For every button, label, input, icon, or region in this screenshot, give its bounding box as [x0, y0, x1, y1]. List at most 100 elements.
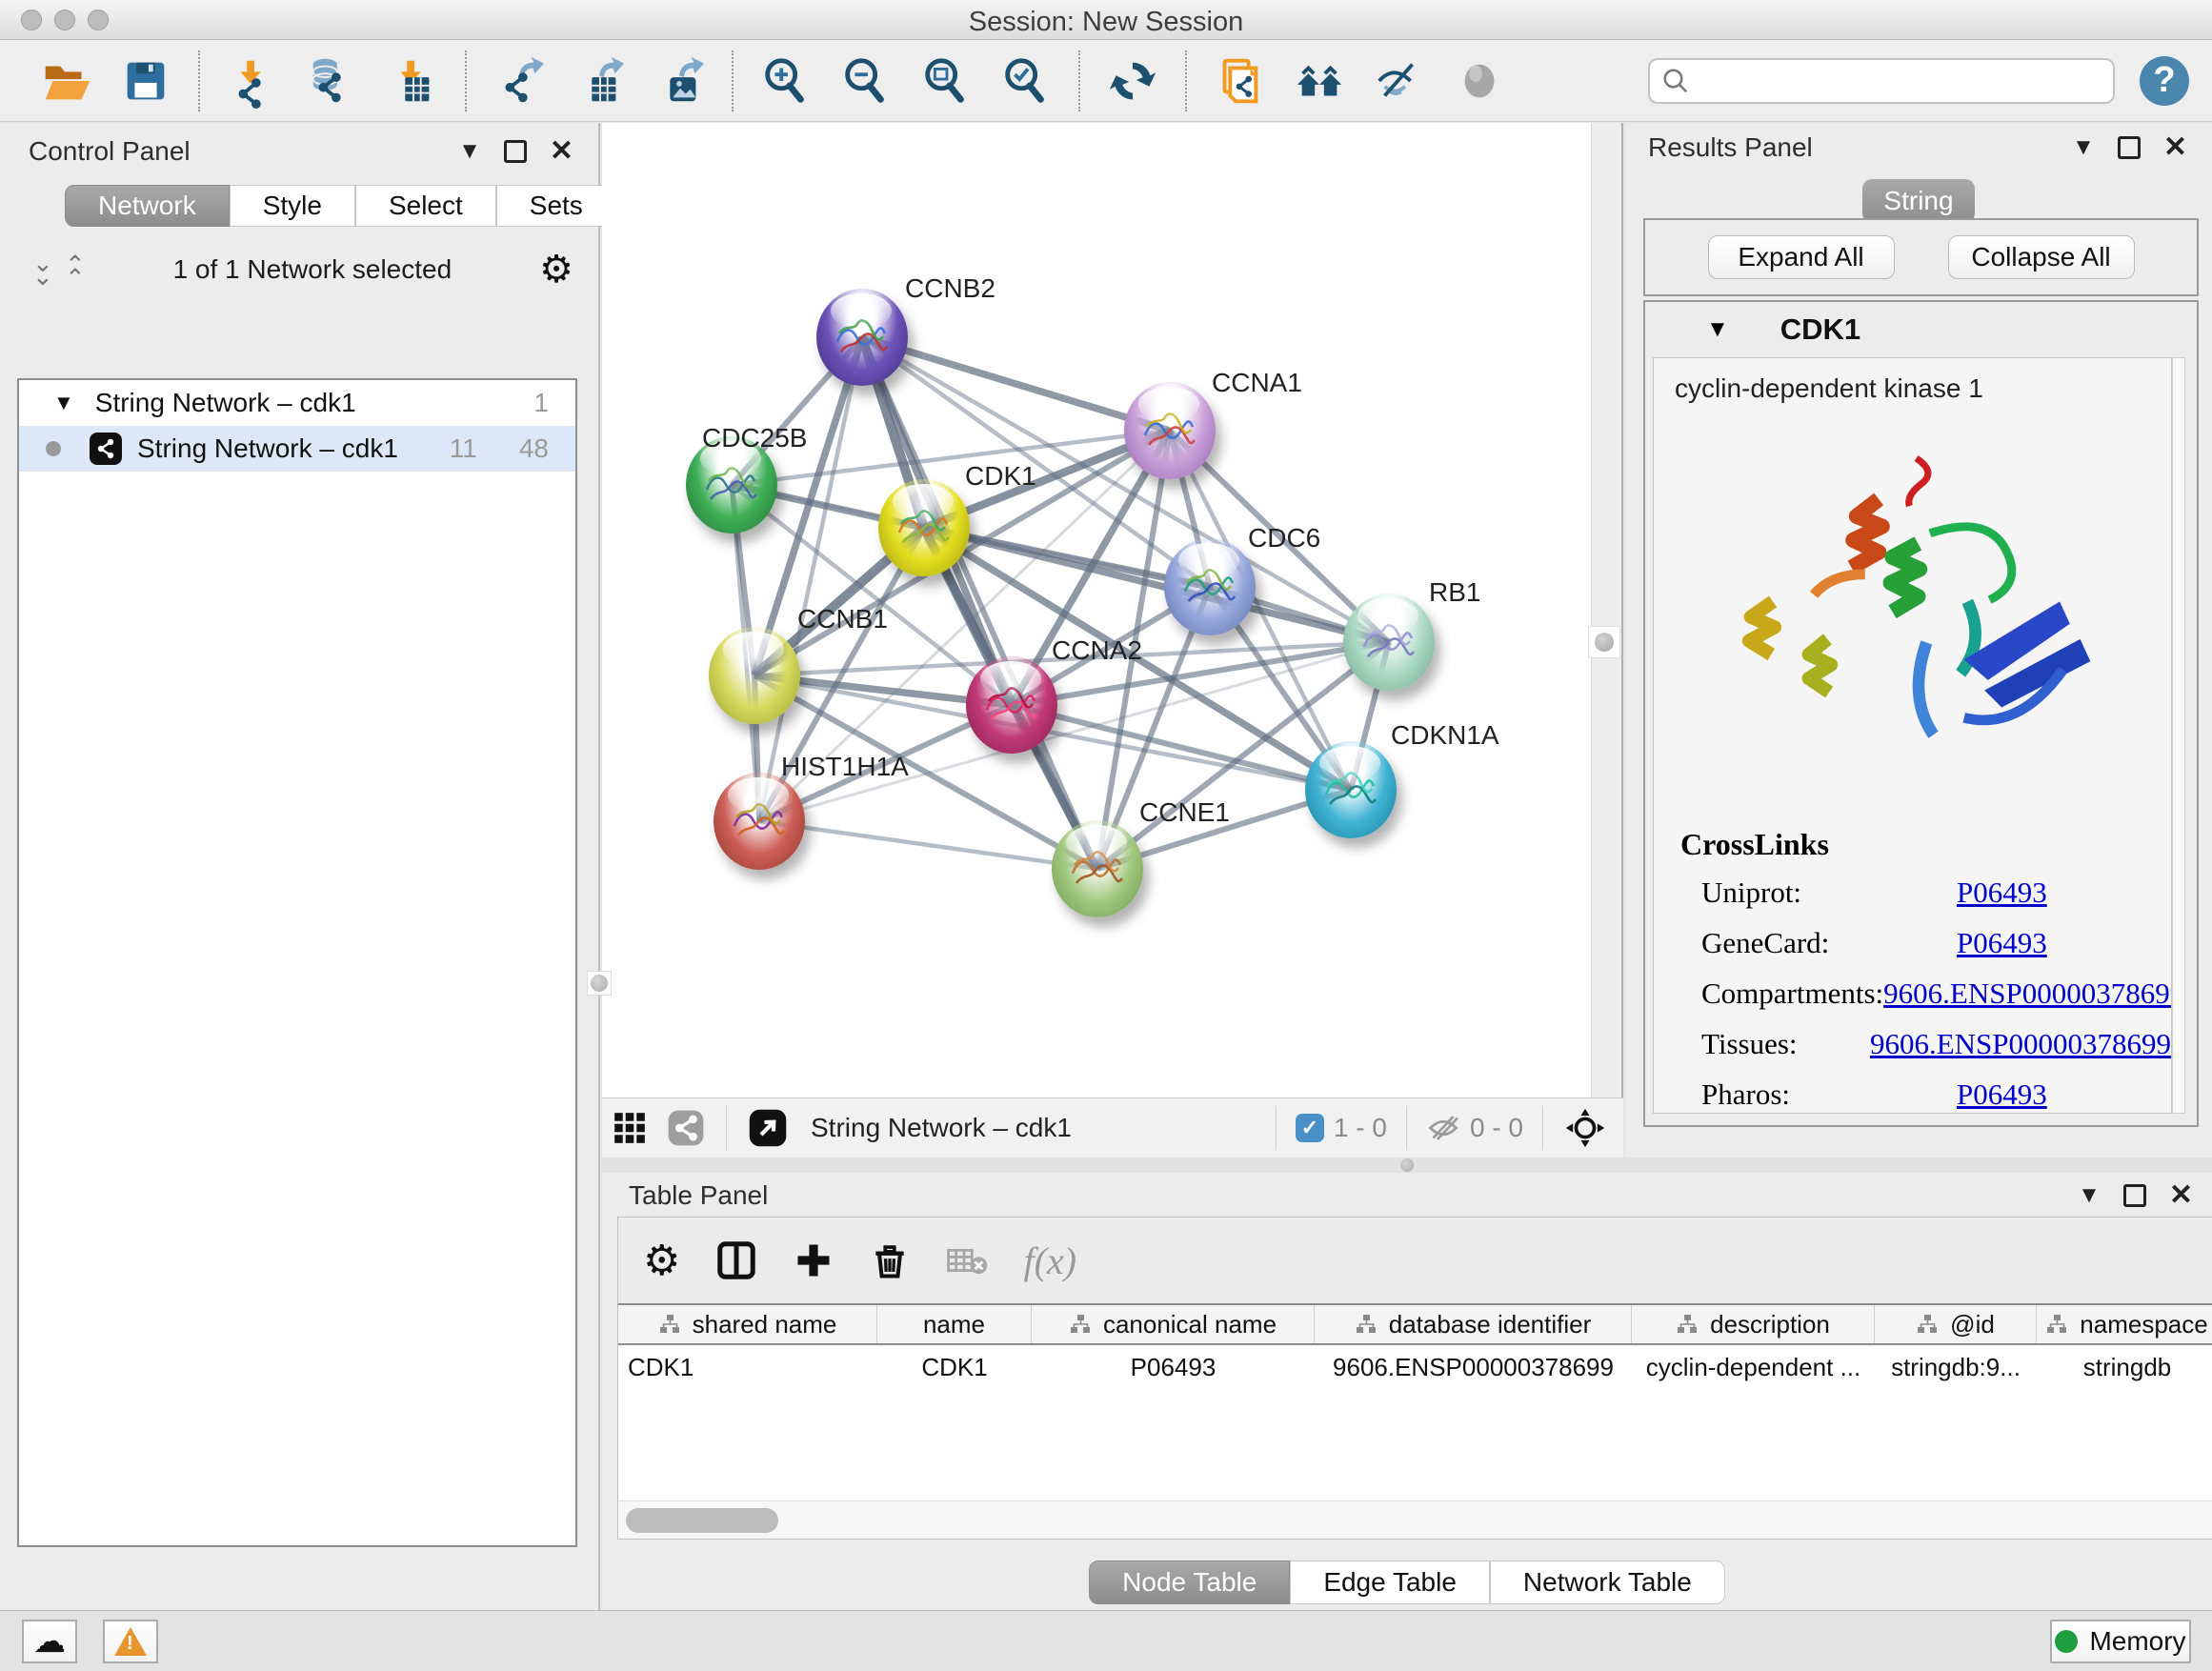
hidden-count: 0 - 0 — [1418, 1111, 1531, 1145]
panel-close-icon[interactable]: ✕ — [550, 134, 573, 168]
tab-network-table[interactable]: Network Table — [1490, 1560, 1725, 1604]
help-button[interactable]: ? — [2140, 56, 2189, 106]
network-node-ccnb1[interactable] — [709, 627, 800, 724]
export-image-icon — [652, 53, 707, 109]
network-node-ccna1[interactable] — [1124, 382, 1216, 479]
column-header-canonical-name[interactable]: canonical name — [1032, 1305, 1315, 1343]
create-column-icon[interactable] — [793, 1239, 835, 1281]
save-session-button[interactable] — [111, 50, 181, 112]
tab-network[interactable]: Network — [65, 185, 230, 227]
collapse-all-icon[interactable]: ⌄⌄ — [32, 256, 50, 284]
expand-collapse-bar: Expand All Collapse All — [1643, 218, 2199, 296]
table-close-icon[interactable]: ✕ — [2169, 1178, 2193, 1212]
expand-all-icon[interactable]: ⌄⌄ — [69, 256, 86, 284]
network-node-cdk1[interactable] — [878, 479, 970, 576]
tab-string[interactable]: String — [1862, 179, 1975, 223]
results-close-icon[interactable]: ✕ — [2163, 131, 2187, 164]
crosslink-link[interactable]: P06493 — [1957, 1077, 2047, 1112]
tab-sets[interactable]: Sets — [496, 185, 616, 227]
crosslink-link[interactable]: P06493 — [1957, 876, 2047, 910]
right-splitter-handle[interactable] — [1588, 626, 1620, 658]
import-table-button[interactable] — [377, 50, 448, 112]
network-node-hist1h1a[interactable] — [714, 773, 805, 870]
column-header--id[interactable]: @id — [1875, 1305, 2037, 1343]
left-splitter-handle[interactable] — [587, 971, 612, 996]
refresh-view-button[interactable] — [1097, 50, 1168, 112]
table-box: ⚙ f(x) shared namenamecanonical namedata… — [617, 1217, 2212, 1540]
table-hscrollbar[interactable] — [618, 1500, 2212, 1539]
crosslink-label: Tissues: — [1680, 1027, 1870, 1061]
export-table-button[interactable] — [564, 50, 634, 112]
network-canvas[interactable]: CCNB2CCNA1CDC25BCDK1CDC6RB1CCNB1CCNA2CDK… — [602, 123, 1593, 1097]
network-node-rb1[interactable] — [1343, 594, 1435, 691]
table-float-icon[interactable] — [2123, 1184, 2146, 1207]
tab-select[interactable]: Select — [355, 185, 496, 227]
tab-style[interactable]: Style — [230, 185, 355, 227]
show-columns-icon[interactable] — [714, 1238, 758, 1282]
network-node-ccna2[interactable] — [966, 656, 1057, 754]
zoom-out-button[interactable] — [831, 50, 901, 112]
collection-expand-icon[interactable]: ▼ — [53, 391, 74, 415]
first-neighbors-button[interactable] — [1284, 50, 1355, 112]
open-session-icon — [38, 53, 93, 109]
network-node-cdc6[interactable] — [1164, 538, 1256, 635]
network-options-gear-icon[interactable]: ⚙ — [539, 248, 573, 292]
crosslink-link[interactable]: P06493 — [1957, 926, 2047, 960]
crosslink-row: Uniprot:P06493 — [1680, 876, 2171, 910]
search-box[interactable] — [1648, 58, 2115, 104]
export-network-button[interactable] — [484, 50, 554, 112]
table-row[interactable]: CDK1CDK1P064939606.ENSP00000378699cyclin… — [618, 1345, 2212, 1389]
network-node-cdkn1a[interactable] — [1305, 741, 1397, 838]
network-node-ccne1[interactable] — [1052, 820, 1143, 917]
import-network-button[interactable] — [217, 50, 288, 112]
export-image-button[interactable] — [644, 50, 714, 112]
table-options-gear-icon[interactable]: ⚙ — [643, 1237, 680, 1285]
network-row-selected[interactable]: String Network – cdk1 11 48 — [19, 426, 575, 472]
table-menu-icon[interactable]: ▼ — [2078, 1182, 2101, 1209]
expand-all-button[interactable]: Expand All — [1708, 235, 1895, 279]
tab-node-table[interactable]: Node Table — [1089, 1560, 1290, 1604]
cloud-button[interactable]: ☁ — [22, 1620, 77, 1663]
node-label-ccne1: CCNE1 — [1139, 797, 1230, 828]
warnings-button[interactable] — [103, 1620, 158, 1663]
open-session-button[interactable] — [30, 50, 101, 112]
collapse-all-button[interactable]: Collapse All — [1948, 235, 2135, 279]
gene-collapse-icon[interactable]: ▼ — [1706, 316, 1729, 343]
network-node-ccnb2[interactable] — [816, 289, 908, 386]
show-all-button[interactable] — [1444, 50, 1515, 112]
warning-icon — [114, 1627, 147, 1656]
column-header-shared-name[interactable]: shared name — [618, 1305, 877, 1343]
gene-section-header[interactable]: ▼ CDK1 — [1645, 302, 2197, 357]
clone-network-button[interactable] — [1204, 50, 1275, 112]
crosslink-link[interactable]: 9606.ENSP00000378699 — [1883, 976, 2172, 1011]
crosslink-link[interactable]: 9606.ENSP00000378699 — [1870, 1027, 2171, 1061]
results-float-icon[interactable] — [2118, 136, 2141, 159]
results-scrollbar[interactable] — [2172, 357, 2185, 1114]
tab-edge-table[interactable]: Edge Table — [1290, 1560, 1490, 1604]
hscroll-thumb[interactable] — [626, 1508, 778, 1533]
memory-button[interactable]: Memory — [2050, 1620, 2191, 1663]
selected-checkbox-icon[interactable]: ✓ — [1296, 1114, 1324, 1142]
network-collection-row[interactable]: ▼ String Network – cdk1 1 — [19, 380, 575, 426]
column-header-name[interactable]: name — [877, 1305, 1032, 1343]
fit-content-button[interactable] — [1555, 1107, 1616, 1149]
panel-float-icon[interactable] — [504, 140, 527, 163]
delete-table-icon — [945, 1238, 989, 1282]
zoom-in-button[interactable] — [751, 50, 821, 112]
zoom-fit-button[interactable] — [911, 50, 981, 112]
crosslink-label: Compartments: — [1680, 976, 1883, 1011]
results-menu-icon[interactable]: ▼ — [2072, 134, 2095, 161]
search-input[interactable] — [1699, 66, 2101, 95]
horizontal-splitter[interactable] — [602, 1158, 2212, 1173]
panel-menu-icon[interactable]: ▼ — [458, 138, 481, 165]
grid-view-button[interactable] — [602, 1110, 657, 1146]
column-header-description[interactable]: description — [1632, 1305, 1875, 1343]
column-header-namespace[interactable]: namespace — [2037, 1305, 2212, 1343]
network-view-button[interactable] — [657, 1109, 714, 1147]
hide-selected-button[interactable] — [1364, 50, 1435, 112]
column-header-database-identifier[interactable]: database identifier — [1315, 1305, 1632, 1343]
delete-column-icon[interactable] — [869, 1239, 911, 1281]
import-network-from-database-button[interactable] — [297, 50, 368, 112]
zoom-selected-button[interactable] — [991, 50, 1061, 112]
birdseye-view-button[interactable] — [738, 1108, 797, 1148]
